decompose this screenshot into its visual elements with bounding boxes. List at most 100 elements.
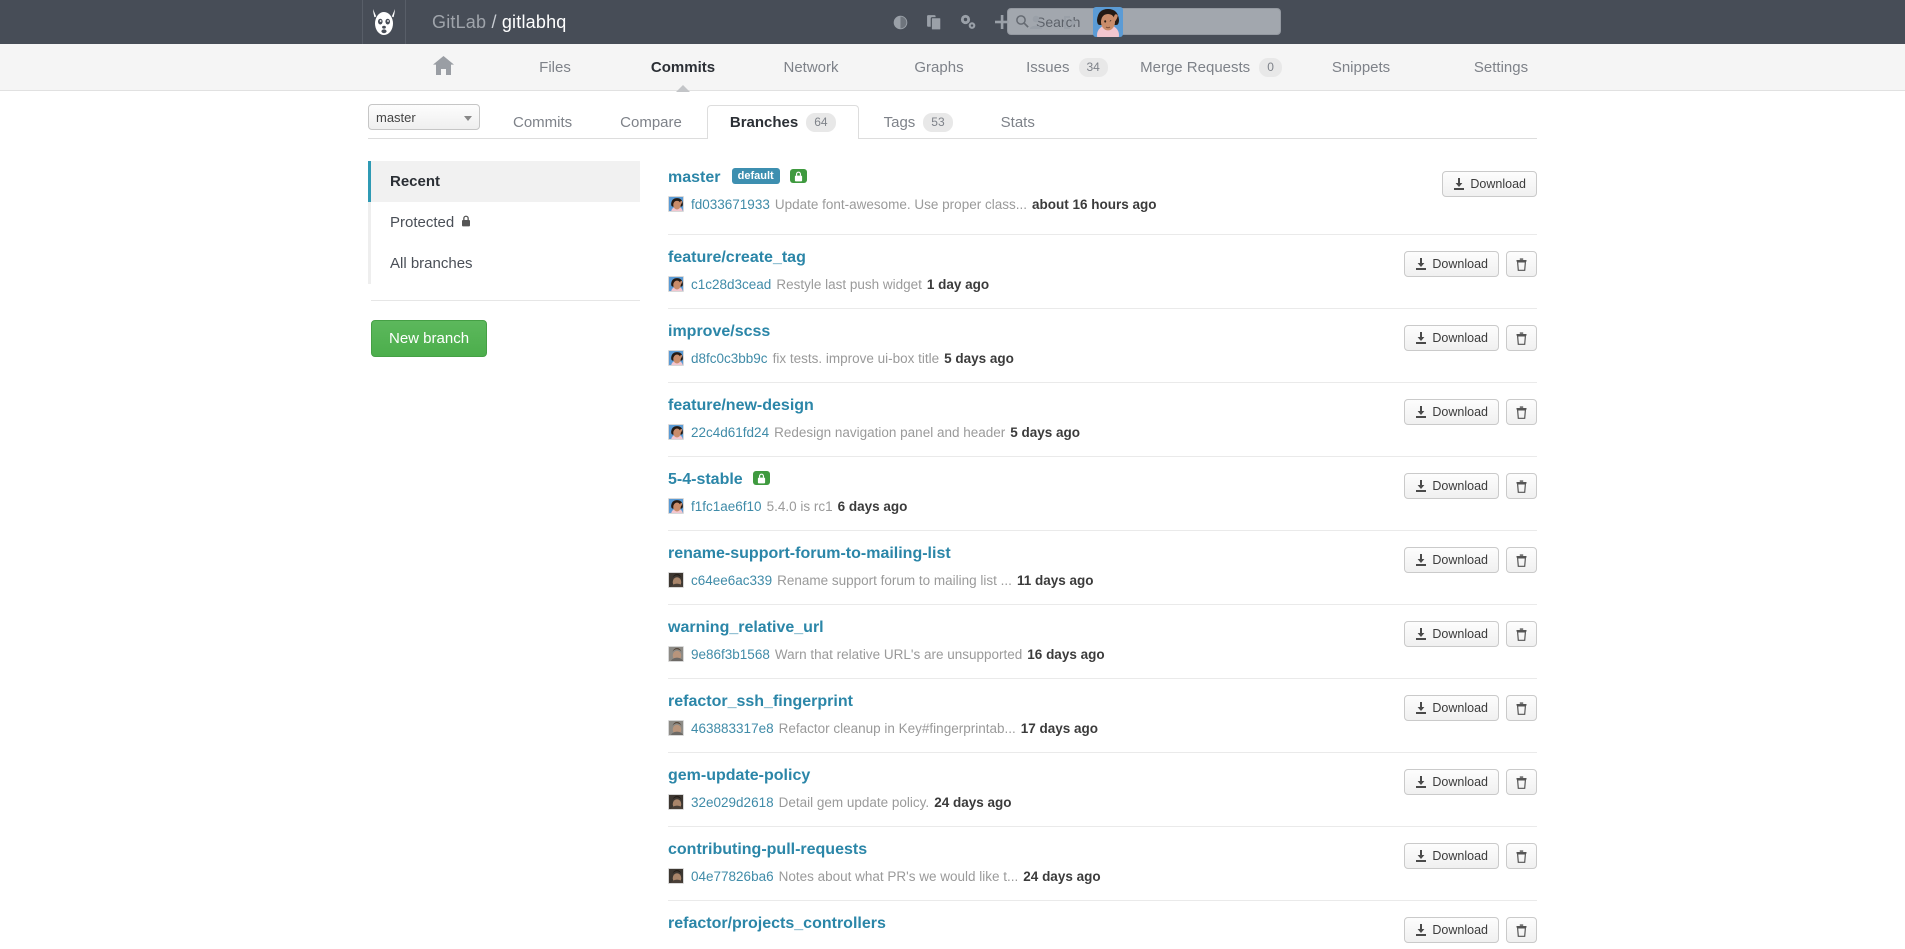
commit-summary: fd033671933 Update font-awesome. Use pro… bbox=[668, 196, 1442, 212]
commit-author-avatar bbox=[668, 276, 684, 292]
commit-timestamp: about 16 hours ago bbox=[1032, 197, 1157, 212]
download-button[interactable]: Download bbox=[1404, 547, 1499, 573]
commit-sha-link[interactable]: 22c4d61fd24 bbox=[691, 425, 769, 440]
commit-sha-link[interactable]: 463883317e8 bbox=[691, 721, 774, 736]
branch-name-link[interactable]: gem-update-policy bbox=[668, 767, 810, 785]
nav-item-network[interactable]: Network bbox=[747, 44, 875, 91]
branch-name-link[interactable]: rename-support-forum-to-mailing-list bbox=[668, 545, 951, 563]
commit-author-avatar bbox=[668, 498, 684, 514]
branch-name-link[interactable]: warning_relative_url bbox=[668, 619, 824, 637]
branch-info: rename-support-forum-to-mailing-list c64… bbox=[668, 545, 1404, 588]
commit-sha-link[interactable]: c64ee6ac339 bbox=[691, 573, 772, 588]
commit-sha-link[interactable]: 9e86f3b1568 bbox=[691, 647, 770, 662]
branch-name-link[interactable]: refactor/projects_controllers bbox=[668, 915, 886, 933]
commit-author-avatar bbox=[668, 720, 684, 736]
nav-item-graphs[interactable]: Graphs bbox=[875, 44, 1003, 91]
sidebar-item-recent-label: Recent bbox=[390, 173, 440, 190]
commit-summary: 463883317e8 Refactor cleanup in Key#fing… bbox=[668, 720, 1404, 736]
delete-branch-button[interactable] bbox=[1506, 547, 1537, 573]
download-button[interactable]: Download bbox=[1404, 769, 1499, 795]
branch-name-link[interactable]: feature/create_tag bbox=[668, 249, 806, 267]
gears-admin-icon[interactable] bbox=[951, 0, 985, 44]
delete-branch-button[interactable] bbox=[1506, 621, 1537, 647]
delete-branch-button[interactable] bbox=[1506, 325, 1537, 351]
download-button[interactable]: Download bbox=[1404, 621, 1499, 647]
globe-icon[interactable] bbox=[883, 0, 917, 44]
download-button[interactable]: Download bbox=[1404, 843, 1499, 869]
branch-name-link[interactable]: improve/scss bbox=[668, 323, 770, 341]
commit-author-avatar bbox=[668, 646, 684, 662]
download-button[interactable]: Download bbox=[1404, 917, 1499, 943]
delete-branch-button[interactable] bbox=[1506, 251, 1537, 277]
download-button[interactable]: Download bbox=[1404, 325, 1499, 351]
commit-sha-link[interactable]: fd033671933 bbox=[691, 197, 770, 212]
nav-home[interactable] bbox=[395, 44, 491, 91]
commit-message: Update font-awesome. Use proper class... bbox=[775, 197, 1027, 212]
logout-icon[interactable] bbox=[1053, 0, 1087, 44]
commit-sha-link[interactable]: d8fc0c3bb9c bbox=[691, 351, 768, 366]
sidebar-item-recent[interactable]: Recent bbox=[368, 161, 640, 202]
new-branch-button[interactable]: New branch bbox=[371, 320, 487, 357]
delete-branch-button[interactable] bbox=[1506, 399, 1537, 425]
sidebar-item-protected[interactable]: Protected bbox=[368, 202, 640, 243]
download-button[interactable]: Download bbox=[1404, 251, 1499, 277]
delete-branch-button[interactable] bbox=[1506, 917, 1537, 943]
delete-branch-button[interactable] bbox=[1506, 473, 1537, 499]
commit-sha-link[interactable]: f1fc1ae6f10 bbox=[691, 499, 762, 514]
download-button-label: Download bbox=[1432, 701, 1488, 715]
commit-message: fix tests. improve ui-box title bbox=[773, 351, 940, 366]
commit-message: Restyle last push widget bbox=[776, 277, 922, 292]
branch-name-link[interactable]: contributing-pull-requests bbox=[668, 841, 867, 859]
tab-compare[interactable]: Compare bbox=[597, 105, 705, 139]
plus-icon[interactable] bbox=[985, 0, 1019, 44]
table-row: warning_relative_url 9e86f3b1568 Warn th… bbox=[668, 605, 1537, 679]
branch-info: warning_relative_url 9e86f3b1568 Warn th… bbox=[668, 619, 1404, 662]
brand-title[interactable]: GitLab / gitlabhq bbox=[432, 12, 567, 33]
commit-author-avatar bbox=[668, 350, 684, 366]
tab-commits[interactable]: Commits bbox=[490, 105, 595, 139]
commit-timestamp: 5 days ago bbox=[944, 351, 1014, 366]
trash-icon bbox=[1516, 406, 1527, 419]
download-button[interactable]: Download bbox=[1404, 473, 1499, 499]
copy-files-icon[interactable] bbox=[917, 0, 951, 44]
commit-sha-link[interactable]: 04e77826ba6 bbox=[691, 869, 774, 884]
sidebar-item-all-branches[interactable]: All branches bbox=[368, 243, 640, 284]
download-button[interactable]: Download bbox=[1404, 399, 1499, 425]
commit-timestamp: 1 day ago bbox=[927, 277, 989, 292]
nav-item-graphs-label: Graphs bbox=[914, 59, 963, 76]
branch-name-link[interactable]: master bbox=[668, 169, 720, 187]
branch-name-link[interactable]: 5-4-stable bbox=[668, 471, 743, 489]
avatar[interactable] bbox=[1093, 7, 1123, 37]
delete-branch-button[interactable] bbox=[1506, 695, 1537, 721]
nav-item-issues[interactable]: Issues 34 bbox=[1003, 44, 1131, 91]
nav-item-snippets[interactable]: Snippets bbox=[1291, 44, 1431, 91]
commit-sha-link[interactable]: 32e029d2618 bbox=[691, 795, 774, 810]
delete-branch-button[interactable] bbox=[1506, 843, 1537, 869]
commit-timestamp: 6 days ago bbox=[838, 499, 908, 514]
download-icon bbox=[1415, 554, 1427, 566]
nav-item-files-label: Files bbox=[539, 59, 571, 76]
nav-item-merge-requests[interactable]: Merge Requests 0 bbox=[1131, 44, 1291, 91]
commit-message: Redesign navigation panel and header bbox=[774, 425, 1005, 440]
download-button[interactable]: Download bbox=[1442, 171, 1537, 197]
branch-name-link[interactable]: refactor_ssh_fingerprint bbox=[668, 693, 853, 711]
branch-name-link[interactable]: feature/new-design bbox=[668, 397, 814, 415]
branch-actions: Download bbox=[1404, 471, 1537, 499]
delete-branch-button[interactable] bbox=[1506, 769, 1537, 795]
tab-branches-label: Branches bbox=[730, 114, 798, 131]
download-icon bbox=[1415, 258, 1427, 270]
trash-icon bbox=[1516, 628, 1527, 641]
gitlab-logo-icon[interactable] bbox=[362, 0, 406, 44]
tab-branches[interactable]: Branches 64 bbox=[707, 105, 859, 139]
commit-sha-link[interactable]: c1c28d3cead bbox=[691, 277, 771, 292]
tab-stats[interactable]: Stats bbox=[978, 105, 1058, 139]
nav-item-commits[interactable]: Commits bbox=[619, 44, 747, 91]
branch-selector-dropdown[interactable]: master bbox=[368, 104, 480, 130]
branches-count-badge: 64 bbox=[806, 113, 835, 131]
nav-item-settings[interactable]: Settings bbox=[1431, 44, 1571, 91]
nav-item-files[interactable]: Files bbox=[491, 44, 619, 91]
tab-tags[interactable]: Tags 53 bbox=[861, 105, 976, 139]
user-icon[interactable] bbox=[1019, 0, 1053, 44]
download-button-label: Download bbox=[1432, 331, 1488, 345]
download-button[interactable]: Download bbox=[1404, 695, 1499, 721]
